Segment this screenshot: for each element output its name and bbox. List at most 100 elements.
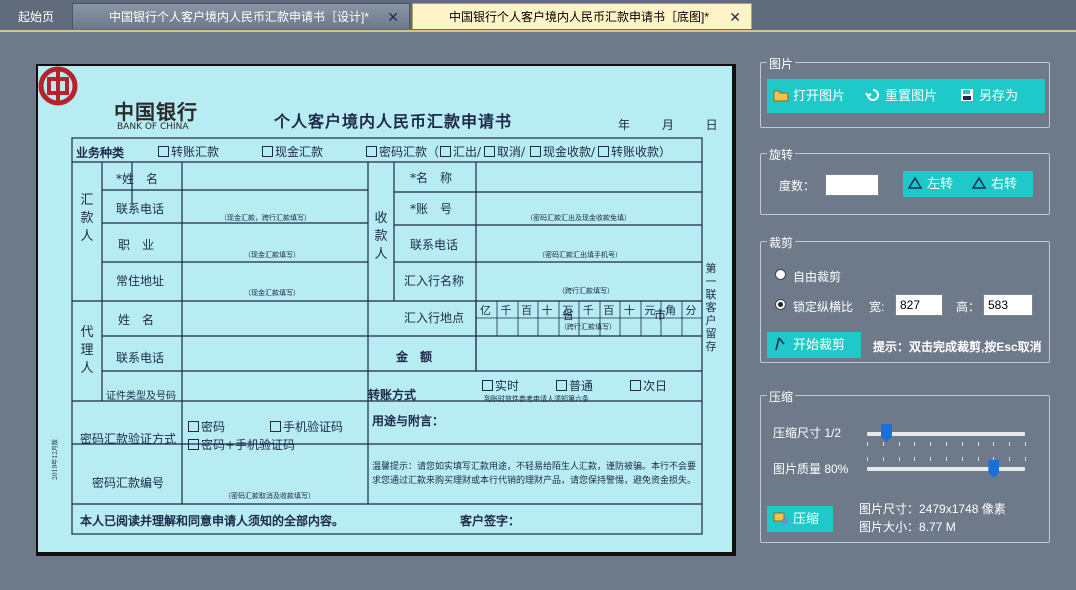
slider-tick <box>930 457 932 461</box>
mode-normal: 普通 <box>556 377 593 394</box>
slider-tick <box>914 457 916 461</box>
agent-label: 代理人 <box>80 325 94 376</box>
opt-cash: 现金汇款 <box>262 143 323 160</box>
amount-unit-cell: 万 <box>562 304 574 317</box>
mode-realtime: 实时 <box>482 377 519 394</box>
tab-base-image[interactable]: 中国银行个人客户境内人民币汇款申请书［底图]* ✕ <box>412 3 752 29</box>
rotate-right-button[interactable]: 右转 <box>971 171 1017 197</box>
verify-sms: 手机验证码 <box>270 418 343 435</box>
crop-width-input[interactable]: 827 <box>895 294 943 316</box>
quality-slider[interactable] <box>867 467 1025 471</box>
acknowledgement: 本人已阅读并理解和同意申请人须知的全部内容。 <box>80 514 345 528</box>
work-area: 中国银行 BANK OF CHINA 个人客户境内人民币汇款申请书 年 月 日 <box>0 30 1076 590</box>
rotate-left-button[interactable]: 左转 <box>907 171 953 197</box>
compress-size-ticks <box>867 442 1026 446</box>
close-icon[interactable]: ✕ <box>729 4 741 30</box>
opt-cash-receive: 现金收款/ <box>530 143 595 160</box>
remitter-phone-note: （现金汇款，跨行汇款填写） <box>220 214 311 222</box>
degree-input[interactable] <box>825 174 879 196</box>
compress-button[interactable]: 压缩 <box>767 506 833 532</box>
amount-unit-cell: 元 <box>644 304 656 317</box>
crop-height-label: 高： <box>956 300 981 314</box>
slider-tick <box>1009 442 1011 446</box>
slider-tick <box>946 442 947 446</box>
remitter-job-label: 职 业 <box>118 238 155 252</box>
compress-icon <box>773 512 788 524</box>
transfer-mode-label: 转账方式 <box>368 388 417 402</box>
image-canvas[interactable]: 中国银行 BANK OF CHINA 个人客户境内人民币汇款申请书 年 月 日 <box>36 64 736 556</box>
amount-label: 金 额 <box>396 350 433 364</box>
rotate-right-label: 右转 <box>991 176 1018 191</box>
form-version: 2019年12月版 <box>52 439 59 480</box>
tab-home[interactable]: 起始页 <box>4 4 70 30</box>
slider-tick <box>1025 442 1026 446</box>
amount-unit-cell: 十 <box>541 304 553 317</box>
payee-name-label: *名 称 <box>410 171 453 185</box>
reset-icon <box>865 89 879 101</box>
slider-tick <box>914 442 916 446</box>
lock-ratio-radio[interactable] <box>775 299 786 310</box>
compress-size-thumb[interactable] <box>880 424 892 442</box>
compress-panel-title: 压缩 <box>767 388 796 405</box>
open-image-label: 打开图片 <box>793 88 846 103</box>
tab-base-image-label: 中国银行个人客户境内人民币汇款申请书［底图]* <box>449 10 710 24</box>
slider-tick <box>867 457 868 461</box>
crop-height-input[interactable]: 583 <box>983 294 1033 316</box>
slider-tick <box>961 457 963 461</box>
opt-password-send: 汇出/ <box>440 143 481 160</box>
quality-thumb[interactable] <box>988 460 1000 478</box>
crop-panel-title: 裁剪 <box>767 234 796 251</box>
bank-place-note: （跨行汇款填写） <box>560 323 616 331</box>
slider-tick <box>977 442 979 446</box>
tab-bar: 起始页 中国银行个人客户境内人民币汇款申请书［设计]* ✕ 中国银行个人客户境内… <box>0 0 1076 30</box>
amount-unit-cell: 百 <box>603 304 615 317</box>
crop-icon <box>775 337 785 351</box>
start-crop-button[interactable]: 开始裁剪 <box>767 332 861 358</box>
tab-home-label: 起始页 <box>18 10 55 24</box>
slider-tick <box>867 442 868 446</box>
close-icon[interactable]: ✕ <box>387 4 399 30</box>
password-verify-label: 密码汇款验证方式 <box>80 432 177 446</box>
remitter-phone-label: 联系电话 <box>116 202 165 216</box>
slider-tick <box>898 442 900 446</box>
start-crop-label: 开始裁剪 <box>793 337 846 352</box>
remittance-form-image: 中国银行 BANK OF CHINA 个人客户境内人民币汇款申请书 年 月 日 <box>38 66 732 552</box>
agent-id-label: 证件类型及号码 <box>106 391 176 402</box>
verify-password: 密码 <box>188 418 225 435</box>
opt-password: 密码汇款（ <box>366 143 439 160</box>
rotate-left-label: 左转 <box>927 176 954 191</box>
rotate-right-icon <box>971 176 987 189</box>
rotate-panel-title: 旋转 <box>767 146 796 163</box>
purpose-label: 用途与附言： <box>372 414 445 428</box>
slider-tick <box>898 457 900 461</box>
password-number-label: 密码汇款编号 <box>92 476 165 490</box>
reset-image-button[interactable]: 重置图片 <box>865 81 937 111</box>
free-crop-label: 自由裁剪 <box>793 270 842 284</box>
mode-next-day: 次日 <box>630 377 667 394</box>
image-panel-title: 图片 <box>767 55 796 72</box>
free-crop-radio[interactable] <box>775 269 786 280</box>
save-as-label: 另存为 <box>979 88 1019 103</box>
remitter-job-note: （现金汇款填写） <box>244 251 300 259</box>
payee-account-note: （密码汇款汇出及现金收款免填） <box>526 214 631 222</box>
folder-icon <box>773 90 789 102</box>
crop-panel: 裁剪 自由裁剪 锁定纵横比 宽: 827 高： 583 开始裁剪 提示：双击完成… <box>760 234 1050 363</box>
crop-width-label: 宽: <box>869 300 885 314</box>
save-as-button[interactable]: 另存为 <box>959 81 1018 111</box>
bank-place-label: 汇入行地点 <box>404 311 465 325</box>
agent-phone-label: 联系电话 <box>116 351 165 365</box>
lock-ratio-label: 锁定纵横比 <box>793 300 854 314</box>
agent-name-label: 姓 名 <box>118 313 155 327</box>
image-filesize: 图片大小：8.77 M <box>859 520 956 534</box>
warm-tip: 温馨提示：请您如实填写汇款用途，不轻易给陌生人汇款，谨防被骗。本行不会要求您通过… <box>372 462 697 486</box>
bank-name-note: （跨行汇款填写） <box>558 287 614 295</box>
signature-label: 客户签字： <box>460 514 521 528</box>
degree-label: 度数： <box>779 179 816 193</box>
bank-name-label: 汇入行名称 <box>404 274 465 288</box>
slider-tick <box>1009 457 1011 461</box>
open-image-button[interactable]: 打开图片 <box>773 81 845 111</box>
image-dimension: 图片尺寸：2479x1748 像素 <box>859 502 1006 516</box>
tab-design[interactable]: 中国银行个人客户境内人民币汇款申请书［设计]* ✕ <box>72 3 410 29</box>
rotate-panel: 旋转 度数： 左转 右转 <box>760 146 1050 215</box>
amount-unit-cell: 角 <box>664 304 676 317</box>
